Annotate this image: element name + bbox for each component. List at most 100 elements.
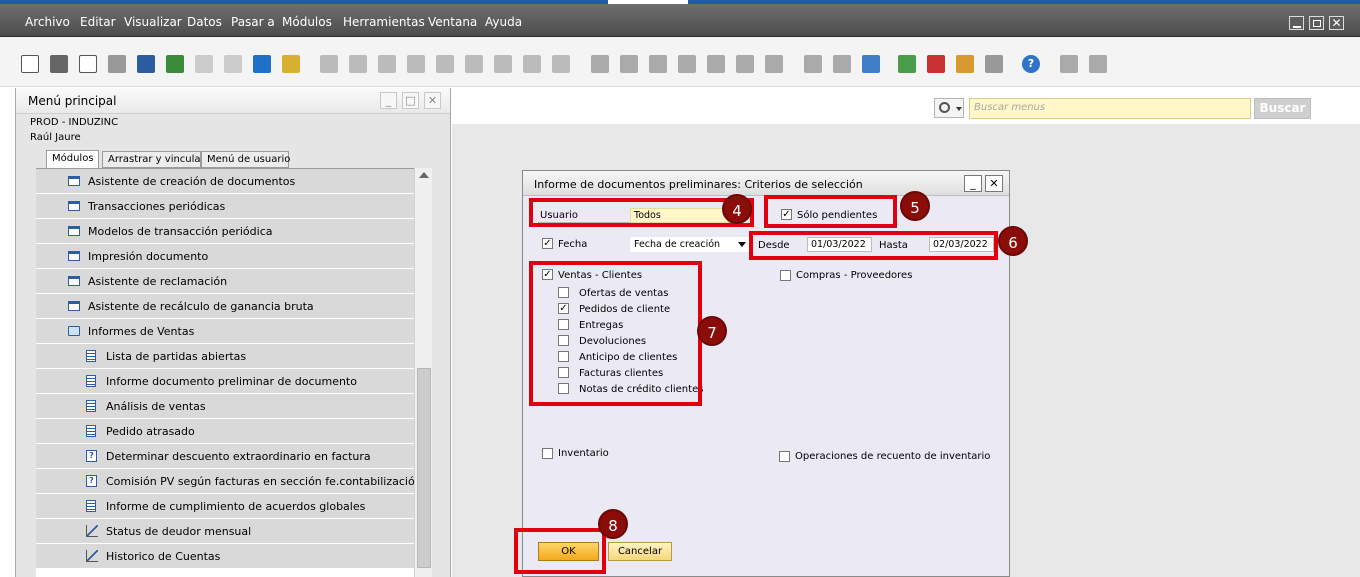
- query-icon: ?: [86, 450, 97, 462]
- fax-icon[interactable]: [137, 55, 155, 73]
- messages-icon[interactable]: [927, 55, 945, 73]
- menu-ayuda[interactable]: Ayuda: [485, 15, 522, 29]
- menu-datos[interactable]: Datos: [187, 15, 222, 29]
- list-item[interactable]: Análisis de ventas: [36, 394, 414, 419]
- search-button[interactable]: Buscar: [1254, 98, 1311, 119]
- minimize-icon[interactable]: _: [380, 92, 397, 109]
- compras-proveedores-checkbox[interactable]: [780, 270, 791, 281]
- list-item[interactable]: Historico de Cuentas: [36, 544, 414, 569]
- maximize-icon[interactable]: □: [402, 92, 419, 109]
- menu-visualizar[interactable]: Visualizar: [124, 15, 182, 29]
- database-icon[interactable]: [862, 55, 880, 73]
- list-item[interactable]: Impresión documento: [36, 244, 414, 269]
- refresh-icon[interactable]: [494, 55, 512, 73]
- menu-editar[interactable]: Editar: [80, 15, 116, 29]
- volume-icon[interactable]: [736, 55, 754, 73]
- inventario-checkbox[interactable]: [542, 448, 553, 459]
- scroll-thumb[interactable]: [417, 368, 431, 568]
- restore-icon[interactable]: [1309, 16, 1324, 30]
- close-icon[interactable]: ✕: [424, 92, 441, 109]
- email-icon[interactable]: [79, 55, 97, 73]
- find-icon[interactable]: [320, 55, 338, 73]
- org-chart-icon[interactable]: [985, 55, 1003, 73]
- lock-icon[interactable]: [282, 55, 300, 73]
- sms-icon[interactable]: [108, 55, 126, 73]
- sort-icon[interactable]: [552, 55, 570, 73]
- copy-icon[interactable]: [1089, 55, 1107, 73]
- excel-icon[interactable]: [166, 55, 184, 73]
- list-item-label: Transacciones periódicas: [88, 200, 226, 213]
- filter-icon[interactable]: [523, 55, 541, 73]
- main-menu-title: Menú principal: [28, 94, 117, 108]
- list-item-label: Análisis de ventas: [106, 400, 206, 413]
- fecha-checkbox[interactable]: ✓: [542, 238, 553, 249]
- list-item-label: Pedido atrasado: [106, 425, 195, 438]
- minimize-icon[interactable]: [1289, 16, 1304, 30]
- gross-profit-icon[interactable]: [707, 55, 725, 73]
- menu-ventana[interactable]: Ventana: [428, 15, 477, 29]
- close-icon[interactable]: ✕: [1329, 16, 1344, 30]
- checklist-icon[interactable]: [898, 55, 916, 73]
- move-icon[interactable]: [253, 55, 271, 73]
- operaciones-checkbox[interactable]: [779, 451, 790, 462]
- payment-icon[interactable]: [678, 55, 696, 73]
- step-badge: 4: [722, 194, 752, 224]
- tab-arrastrar-y-vincular[interactable]: Arrastrar y vincular: [102, 151, 205, 168]
- preview-icon[interactable]: [21, 55, 39, 73]
- list-item[interactable]: Asistente de recálculo de ganancia bruta: [36, 294, 414, 319]
- doc-settings-icon[interactable]: [833, 55, 851, 73]
- menu-pasar-a[interactable]: Pasar a: [231, 15, 275, 29]
- scroll-up-icon[interactable]: [419, 172, 429, 178]
- main-menu-panel: Menú principal _ □ ✕ PROD - INDUZINC Raú…: [15, 88, 451, 577]
- query-icon: ?: [86, 475, 97, 487]
- list-item[interactable]: Pedido atrasado: [36, 419, 414, 444]
- list-item[interactable]: Asistente de reclamación: [36, 269, 414, 294]
- list-item[interactable]: ? Comisión PV según facturas en sección f…: [36, 469, 422, 494]
- list-item[interactable]: Informe documento preliminar de document…: [36, 369, 414, 394]
- search-input[interactable]: Buscar menus: [969, 98, 1251, 119]
- list-item[interactable]: Lista de partidas abiertas: [36, 344, 414, 369]
- journal-icon[interactable]: [649, 55, 667, 73]
- list-item-label: Asistente de recálculo de ganancia bruta: [88, 300, 314, 313]
- menu-herramientas[interactable]: Herramientas: [343, 15, 425, 29]
- settings-icon[interactable]: [765, 55, 783, 73]
- list-item[interactable]: ? Determinar descuento extraordinario en …: [36, 444, 414, 469]
- close-icon[interactable]: ✕: [985, 175, 1003, 192]
- list-item-label: Asistente de reclamación: [88, 275, 228, 288]
- next-record-icon[interactable]: [436, 55, 454, 73]
- list-item[interactable]: Informe de cumplimiento de acuerdos glob…: [36, 494, 414, 519]
- window-icon: [68, 276, 80, 286]
- pdf-icon[interactable]: [224, 55, 242, 73]
- last-record-icon[interactable]: [465, 55, 483, 73]
- fecha-label: Fecha: [558, 239, 588, 250]
- target-document-icon[interactable]: [620, 55, 638, 73]
- calculator-icon[interactable]: [1060, 55, 1078, 73]
- edit-icon[interactable]: [804, 55, 822, 73]
- list-item-label: Asistente de creación de documentos: [88, 175, 296, 188]
- cancel-button[interactable]: Cancelar: [608, 542, 672, 561]
- print-icon[interactable]: [50, 55, 68, 73]
- list-item[interactable]: Transacciones periódicas: [36, 194, 414, 219]
- list-item[interactable]: Status de deudor mensual: [36, 519, 414, 544]
- previous-record-icon[interactable]: [407, 55, 425, 73]
- add-icon[interactable]: [349, 55, 367, 73]
- word-icon[interactable]: [195, 55, 213, 73]
- menu-modulos[interactable]: Módulos: [282, 15, 332, 29]
- menu-archivo[interactable]: Archivo: [25, 15, 70, 29]
- calendar-icon[interactable]: [956, 55, 974, 73]
- fecha-type-select[interactable]: Fecha de creación: [630, 237, 750, 252]
- tab-modulos[interactable]: Módulos: [46, 150, 99, 169]
- list-item[interactable]: Modelos de transacción periódica: [36, 219, 414, 244]
- list-item[interactable]: Asistente de creación de documentos: [36, 169, 414, 194]
- first-record-icon[interactable]: [378, 55, 396, 73]
- list-item-label: Informe documento preliminar de document…: [106, 375, 357, 388]
- search-options-icon[interactable]: [934, 98, 964, 118]
- scrollbar[interactable]: [414, 168, 432, 577]
- help-icon[interactable]: ?: [1022, 55, 1040, 73]
- list-item[interactable]: Informes de Ventas: [36, 319, 414, 344]
- dialog-title: Informe de documentos preliminares: Crit…: [534, 178, 863, 191]
- toolbar: ?: [0, 37, 1360, 87]
- minimize-icon[interactable]: _: [964, 175, 982, 192]
- tab-menu-de-usuario[interactable]: Menú de usuario: [201, 151, 290, 168]
- base-document-icon[interactable]: [591, 55, 609, 73]
